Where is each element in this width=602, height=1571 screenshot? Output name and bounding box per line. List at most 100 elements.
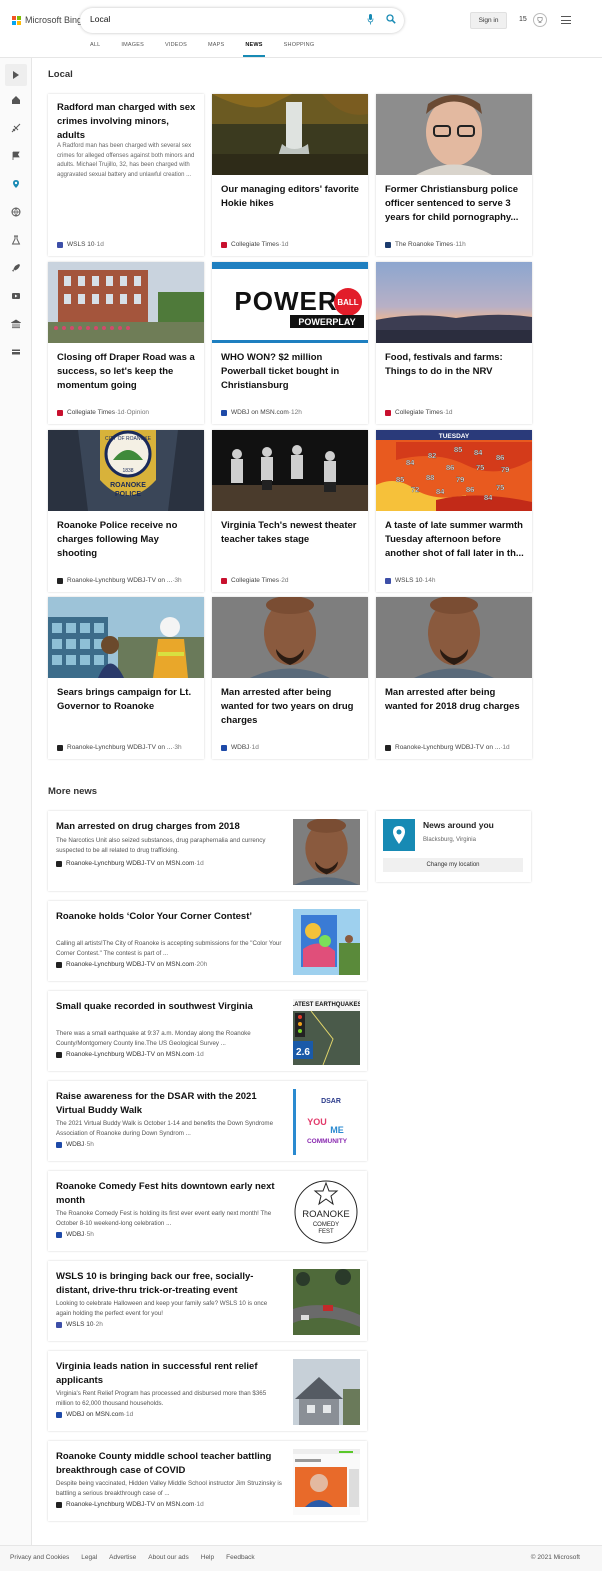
card-image[interactable] (376, 94, 532, 175)
card-image[interactable]: TUESDAY 84 82 85 84 86 86 75 79 85 88 79 72 84 86 75 84 (376, 430, 532, 511)
news-title[interactable]: Roanoke County middle school teacher bat… (56, 1450, 276, 1478)
news-thumbnail[interactable]: DSAR YOU ME COMMUNITY (293, 1089, 360, 1155)
sign-in-button[interactable]: Sign in (470, 12, 507, 29)
news-list-item[interactable]: Roanoke County middle school teacher bat… (48, 1441, 367, 1521)
svg-text:CITY OF ROANOKE: CITY OF ROANOKE (105, 436, 152, 442)
news-thumbnail[interactable]: LATEST EARTHQUAKES 2.6 (291, 999, 361, 1066)
local-news-card[interactable]: Former Christiansburg police officer sen… (376, 94, 532, 256)
source-name: Roanoke-Lynchburg WDBJ-TV on MSN.com (66, 1501, 195, 1508)
local-news-card[interactable]: Sears brings campaign for Lt. Governor t… (48, 597, 204, 759)
tab-videos[interactable]: VIDEOS (155, 42, 198, 57)
footer-link[interactable]: Advertise (109, 1554, 136, 1561)
local-news-card[interactable]: Our managing editors' favorite Hokie hik… (212, 94, 368, 256)
news-title[interactable]: Small quake recorded in southwest Virgin… (56, 1000, 276, 1014)
card-title[interactable]: Closing off Draper Road was a success, s… (57, 351, 196, 393)
news-list-item[interactable]: Roanoke holds ‘Color Your Corner Contest… (48, 901, 367, 981)
footer-link[interactable]: Feedback (226, 1554, 255, 1561)
search-input[interactable]: Local (90, 14, 110, 24)
svg-text:YOU: YOU (307, 1117, 327, 1127)
rewards-points[interactable]: 15 (519, 16, 527, 23)
microphone-icon[interactable] (367, 14, 374, 25)
card-title[interactable]: Sears brings campaign for Lt. Governor t… (57, 686, 196, 714)
tab-all[interactable]: ALL (80, 42, 111, 57)
local-news-card[interactable]: Virginia Tech's newest theater teacher t… (212, 430, 368, 592)
news-list-item[interactable]: Roanoke Comedy Fest hits downtown early … (48, 1171, 367, 1251)
local-news-card[interactable]: POWER BALL POWERPLAY WHO WON? $2 million Po… (212, 262, 368, 424)
card-image[interactable] (48, 597, 204, 678)
tab-news[interactable]: NEWS (235, 42, 273, 57)
card-image[interactable] (376, 262, 532, 343)
science-icon[interactable] (11, 235, 21, 245)
home-icon[interactable] (11, 95, 21, 105)
news-list-item[interactable]: WSLS 10 is bringing back our free, socia… (48, 1261, 367, 1341)
news-thumbnail[interactable] (262, 818, 391, 885)
local-news-card[interactable]: Man arrested after being wanted for 2018… (376, 597, 532, 759)
rocket-icon[interactable] (11, 263, 21, 273)
scitech-icon[interactable] (11, 123, 21, 133)
tab-images[interactable]: IMAGES (111, 42, 155, 57)
card-title[interactable]: Man arrested after being wanted for 2018… (385, 686, 524, 714)
card-title[interactable]: Our managing editors' favorite Hokie hik… (221, 183, 360, 211)
location-icon[interactable] (11, 179, 21, 189)
search-box[interactable]: Local (80, 8, 404, 33)
bing-logo[interactable]: Microsoft Bing (12, 15, 82, 25)
card-title[interactable]: Roanoke Police receive no charges follow… (57, 519, 196, 561)
news-list-item[interactable]: Small quake recorded in southwest Virgin… (48, 991, 367, 1071)
news-around-you-title: News around you (423, 820, 494, 830)
news-title[interactable]: Raise awareness for the DSAR with the 20… (56, 1090, 276, 1118)
card-image[interactable] (212, 597, 368, 678)
card-image[interactable] (212, 94, 368, 175)
footer-link[interactable]: Privacy and Cookies (10, 1554, 69, 1561)
card-image[interactable] (376, 597, 532, 678)
footer-link[interactable]: Legal (81, 1554, 97, 1561)
news-source: Roanoke-Lynchburg WDBJ-TV on MSN.com · 1… (56, 1051, 204, 1058)
card-image[interactable]: CITY OF ROANOKE 1838 ROANOKE POLICE (48, 430, 204, 511)
local-news-card[interactable]: Radford man charged with sex crimes invo… (48, 94, 204, 256)
news-thumbnail[interactable] (293, 1269, 360, 1335)
footer-link[interactable]: Help (201, 1554, 214, 1561)
news-list-item[interactable]: Raise awareness for the DSAR with the 20… (48, 1081, 367, 1161)
hamburger-menu-icon[interactable] (561, 16, 571, 24)
article-age: 3h (174, 744, 182, 751)
local-news-card[interactable]: Food, festivals and farms: Things to do … (376, 262, 532, 424)
money-icon[interactable] (11, 347, 21, 357)
news-title[interactable]: Man arrested on drug charges from 2018 (56, 820, 276, 834)
card-title[interactable]: Food, festivals and farms: Things to do … (385, 351, 524, 379)
card-image[interactable] (48, 262, 204, 343)
news-thumbnail[interactable] (293, 1359, 360, 1425)
bank-icon[interactable] (11, 319, 21, 329)
news-title[interactable]: Virginia leads nation in successful rent… (56, 1360, 276, 1388)
local-news-card[interactable]: Man arrested after being wanted for two … (212, 597, 368, 759)
card-title[interactable]: Man arrested after being wanted for two … (221, 686, 360, 728)
search-icon[interactable] (386, 14, 396, 24)
tab-shopping[interactable]: SHOPPING (274, 42, 326, 57)
card-image[interactable] (212, 430, 368, 511)
card-title[interactable]: WHO WON? $2 million Powerball ticket bou… (221, 351, 360, 393)
news-list-item[interactable]: Virginia leads nation in successful rent… (48, 1351, 367, 1431)
tab-maps[interactable]: MAPS (198, 42, 235, 57)
news-thumbnail[interactable]: ROANOKE COMEDY FEST (293, 1179, 360, 1245)
card-title[interactable]: Virginia Tech's newest theater teacher t… (221, 519, 360, 547)
news-thumbnail[interactable] (293, 909, 360, 975)
video-icon[interactable] (11, 291, 21, 301)
card-title[interactable]: Former Christiansburg police officer sen… (385, 183, 524, 225)
card-title[interactable]: Radford man charged with sex crimes invo… (57, 101, 196, 143)
card-image[interactable]: POWER BALL POWERPLAY (212, 262, 368, 343)
article-age: 3h (174, 577, 182, 584)
news-thumbnail[interactable] (293, 1449, 360, 1515)
change-location-button[interactable]: Change my location (383, 858, 523, 872)
card-title[interactable]: A taste of late summer warmth Tuesday af… (385, 519, 524, 561)
local-news-card[interactable]: TUESDAY 84 82 85 84 86 86 75 79 85 88 79 72 84 86 75 84 A… (376, 430, 532, 592)
local-news-card[interactable]: Closing off Draper Road was a success, s… (48, 262, 204, 424)
local-news-card[interactable]: CITY OF ROANOKE 1838 ROANOKE POLICE Roanoke … (48, 430, 204, 592)
news-list-item[interactable]: Man arrested on drug charges from 2018 Th… (48, 811, 391, 891)
globe-icon[interactable] (11, 207, 21, 217)
footer-link[interactable]: About our ads (148, 1554, 188, 1561)
news-title[interactable]: WSLS 10 is bringing back our free, socia… (56, 1270, 276, 1298)
news-snippet: The Roanoke Comedy Fest is holding its f… (56, 1210, 272, 1227)
news-title[interactable]: Roanoke holds ‘Color Your Corner Contest… (56, 910, 276, 924)
flag-icon[interactable] (11, 151, 21, 161)
rewards-trophy-icon[interactable] (533, 13, 547, 27)
news-title[interactable]: Roanoke Comedy Fest hits downtown early … (56, 1180, 276, 1208)
rail-expand-button[interactable] (5, 64, 27, 86)
